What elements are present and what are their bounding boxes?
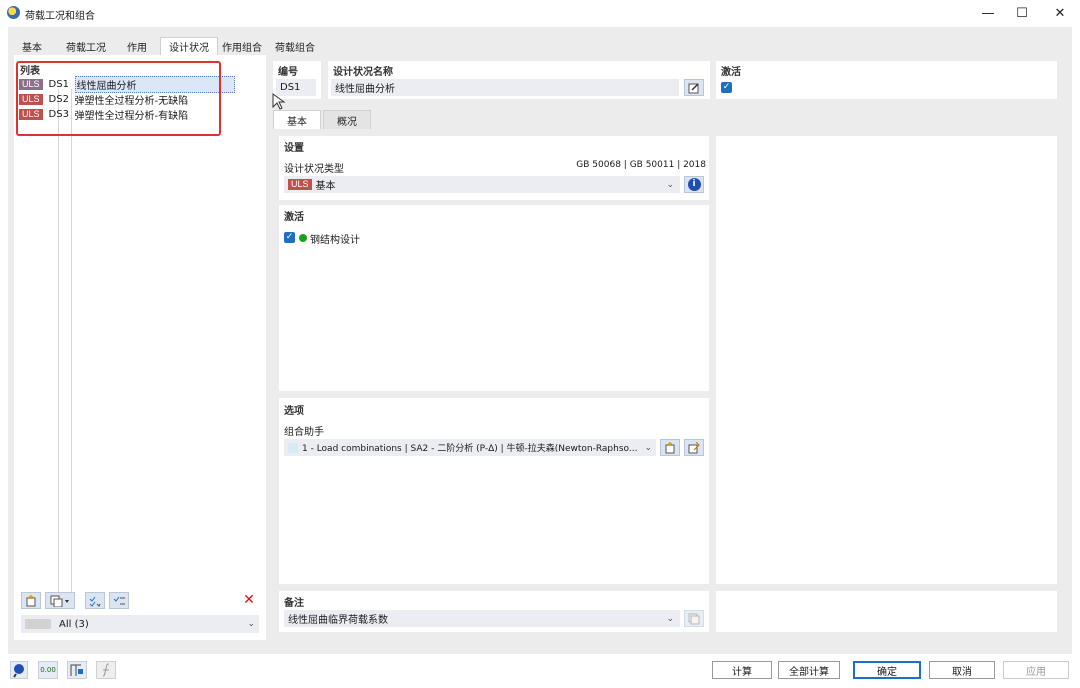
new-combo-icon[interactable] xyxy=(660,439,680,456)
filter-swatch xyxy=(25,619,51,629)
close-button[interactable]: ✕ xyxy=(1038,0,1080,27)
window-title: 荷载工况和组合 xyxy=(25,11,95,22)
formula-icon[interactable] xyxy=(96,661,116,679)
info-icon: i xyxy=(687,178,701,191)
steel-design-label: 钢结构设计 xyxy=(310,235,360,246)
highlight-box xyxy=(16,61,221,136)
options-panel xyxy=(279,398,709,584)
subtab-summary[interactable]: 概况 xyxy=(323,110,371,129)
activation-title: 激活 xyxy=(284,212,304,223)
settings-title: 设置 xyxy=(284,143,304,154)
tab-design-situations[interactable]: 设计状况 xyxy=(160,37,218,55)
subtab-basic[interactable]: 基本 xyxy=(273,110,321,129)
chevron-down-icon: ⌄ xyxy=(666,179,674,190)
active-panel xyxy=(716,61,1057,99)
combo-wizard-value: 1 - Load combinations | SA2 - 二阶分析 (P-Δ)… xyxy=(302,444,638,454)
notes-select[interactable]: 线性屈曲临界荷载系数 ⌄ xyxy=(284,610,680,627)
units-icon[interactable]: 0.00 xyxy=(38,661,58,679)
design-type-value: 基本 xyxy=(315,181,336,192)
ok-button[interactable]: 确定 xyxy=(853,661,921,679)
notes-value: 线性屈曲临界荷载系数 xyxy=(288,615,388,626)
name-label: 设计状况名称 xyxy=(333,67,393,78)
notes-copy-icon[interactable] xyxy=(684,610,704,627)
notes-side-panel xyxy=(716,591,1057,632)
chevron-down-icon: ⌄ xyxy=(247,619,255,629)
calculate-all-button[interactable]: 全部计算 xyxy=(778,661,840,679)
edit-name-icon[interactable] xyxy=(684,79,704,96)
number-label: 编号 xyxy=(278,67,298,78)
structure-icon[interactable] xyxy=(67,661,87,679)
options-title: 选项 xyxy=(284,406,304,417)
notes-title: 备注 xyxy=(284,598,304,609)
tab-action-combinations[interactable]: 作用组合 xyxy=(214,37,270,55)
list-panel xyxy=(14,55,266,640)
combo-wizard-label: 组合助手 xyxy=(284,427,324,438)
filter-value: All (3) xyxy=(59,618,89,630)
design-type-select[interactable]: ULS 基本 ⌄ xyxy=(284,176,680,193)
active-checkbox[interactable]: ✓ xyxy=(721,82,732,93)
active-label: 激活 xyxy=(721,67,741,78)
new-item-icon[interactable] xyxy=(21,592,41,609)
steel-design-checkbox[interactable]: ✓ xyxy=(284,232,295,243)
mouse-cursor-icon xyxy=(272,93,286,110)
uncheck-all-icon[interactable] xyxy=(109,592,129,609)
name-field[interactable]: 线性屈曲分析 xyxy=(331,79,679,96)
copy-item-icon[interactable] xyxy=(45,592,75,609)
combo-swatch xyxy=(288,442,298,453)
edit-combo-icon[interactable] xyxy=(684,439,704,456)
cancel-button[interactable]: 取消 xyxy=(929,661,995,679)
standard-label: GB 50068 | GB 50011 | 2018 xyxy=(576,160,706,170)
uls-badge: ULS xyxy=(288,179,312,190)
apply-button[interactable]: 应用 xyxy=(1003,661,1069,679)
check-all-icon[interactable] xyxy=(85,592,105,609)
status-dot-icon xyxy=(299,234,307,242)
chevron-down-icon: ⌄ xyxy=(644,442,652,453)
tab-basic[interactable]: 基本 xyxy=(14,37,50,55)
title-bar: 荷载工况和组合 — ☐ ✕ xyxy=(0,0,1080,27)
app-icon xyxy=(7,6,20,19)
combo-wizard-select[interactable]: 1 - Load combinations | SA2 - 二阶分析 (P-Δ)… xyxy=(284,439,656,456)
design-type-label: 设计状况类型 xyxy=(284,164,344,175)
filter-select[interactable]: All (3) ⌄ xyxy=(21,615,259,633)
preview-panel xyxy=(716,136,1057,584)
calculate-button[interactable]: 计算 xyxy=(712,661,772,679)
delete-icon[interactable]: ✕ xyxy=(240,592,258,609)
tab-load-cases[interactable]: 荷载工况 xyxy=(58,37,114,55)
tab-actions[interactable]: 作用 xyxy=(119,37,155,55)
info-button[interactable]: i xyxy=(684,176,704,193)
help-icon[interactable] xyxy=(10,661,28,679)
tab-load-combinations[interactable]: 荷载组合 xyxy=(267,37,323,55)
chevron-down-icon: ⌄ xyxy=(666,613,674,624)
